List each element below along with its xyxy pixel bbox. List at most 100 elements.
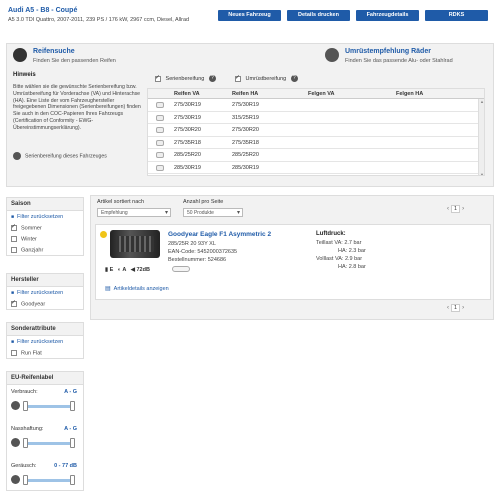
product-name[interactable]: Goodyear Eagle F1 Asymmetric 2 [168,231,271,238]
table-row[interactable]: 275/35R18 275/35R18 [148,137,484,149]
wheel-recommendation-title[interactable]: Umrüstempfehlung Räder [345,48,431,55]
rear-tire-size: 315/25R19 [232,114,259,121]
manufacturer-option-goodyear[interactable]: Goodyear [7,298,83,309]
product-size: 285/25R 20 93Y XL [168,241,216,247]
table-row[interactable]: 285/30R19 285/30R19 [148,162,484,174]
air-pressure-title: Luftdruck: [316,231,346,237]
manufacturer-reset-link[interactable]: Filter zurücksetzen [7,287,83,298]
wet-grip-slider-track[interactable] [25,442,73,445]
season-option-allseason[interactable]: Ganzjahr [7,244,83,255]
eu-wet-class: A [122,267,127,273]
product-details-link[interactable]: Artikeldetails anzeigen [105,285,169,292]
noise-slider-track[interactable] [25,479,73,482]
prev-page-icon[interactable]: ‹ [447,206,449,212]
new-vehicle-button[interactable]: Neues Fahrzeug [218,10,281,21]
page-number[interactable]: 1 [451,304,461,312]
pressure-full-rear: HA: 2.8 bar [338,264,366,270]
season-option-summer[interactable]: Sommer [7,222,83,233]
checkbox[interactable] [11,236,17,242]
pagination-top: ‹ 1 › [447,205,464,213]
checkbox[interactable] [11,350,17,356]
vehicle-header: Audi A5 - B8 - Coupé A5 3.0 TDI Quattro,… [6,6,494,36]
wheel-icon [325,48,339,62]
checkbox[interactable] [11,223,17,231]
season-option-winter[interactable]: Winter [7,233,83,244]
manufacturer-filter: Hersteller Filter zurücksetzen Goodyear [6,273,84,310]
product-card: ▮ E ◐ A ◀ 72dB Goodyear Eagle F1 Asymmet… [95,224,491,300]
print-details-button[interactable]: Details drucken [287,10,350,21]
page-number[interactable]: 1 [451,205,461,213]
table-row[interactable]: 275/30R20 275/30R20 [148,124,484,137]
season-reset-link[interactable]: Filter zurücksetzen [7,211,83,222]
tire-icon [156,102,164,108]
help-icon[interactable]: ? [208,75,216,82]
vehicle-details-button[interactable]: Fahrzeugdetails [356,10,419,21]
fuel-range: A - G [64,389,77,395]
eu-label-values: ▮ E ◐ A ◀ 72dB [105,267,150,273]
manufacturer-filter-title: Hersteller [7,274,83,287]
next-page-icon[interactable]: › [462,305,464,311]
product-ean: EAN-Code: 5452000372635 [168,249,238,255]
front-tire-size: 285/25R20 [174,152,201,158]
oem-tire-legend-label: Serienbereifung dieses Fahrzeuges [25,153,107,160]
oem-filter-label: Serienbereifung [165,75,205,82]
checkbox[interactable] [11,299,17,307]
special-option-runflat[interactable]: Run Flat [7,347,83,358]
table-row[interactable]: 285/25R20 285/25R20 [148,149,484,162]
rear-tire-size: 285/30R19 [232,164,259,171]
noise-slider-min-handle[interactable] [23,475,28,485]
per-page-select[interactable]: 50 Produkte [183,208,243,217]
vehicle-description: A5 3.0 TDI Quattro, 2007-2011, 239 PS / … [8,17,190,23]
rdks-button[interactable]: RDKS [425,10,488,21]
fuel-slider-track[interactable] [25,405,73,408]
pagination-bottom: ‹ 1 › [447,304,464,312]
conversion-filter[interactable]: Umrüstbereifung ? [235,74,298,82]
eu-noise-value: 72dB [136,267,150,273]
tire-image[interactable] [110,230,160,258]
next-page-icon[interactable]: › [462,206,464,212]
option-label: Ganzjahr [21,247,44,254]
fuel-pump-icon [11,401,20,410]
season-filter-title: Saison [7,198,83,211]
prev-page-icon[interactable]: ‹ [447,305,449,311]
special-attributes-reset-link[interactable]: Filter zurücksetzen [7,336,83,347]
table-scrollbar[interactable] [478,99,484,175]
noise-range: 0 - 77 dB [54,463,77,469]
wet-grip-range: A - G [64,426,77,432]
wet-grip-slider-max-handle[interactable] [70,438,75,448]
tire-search-subtitle: Finden Sie den passenden Reifen [33,58,116,64]
table-row[interactable]: 275/30R19 315/25R19 [148,112,484,124]
sort-select[interactable]: Empfehlung [97,208,171,217]
rear-tire-size: 275/30R19 [232,102,259,108]
oem-filter[interactable]: Serienbereifung ? [155,74,216,82]
speaker-icon [11,475,20,484]
wet-grip-slider-min-handle[interactable] [23,438,28,448]
checkbox[interactable] [11,247,17,253]
fuel-slider-max-handle[interactable] [70,401,75,411]
tire-icon [156,152,164,158]
table-row[interactable]: 275/30R19 275/30R19 [148,99,484,112]
fuel-slider-min-handle[interactable] [23,401,28,411]
tire-search-panel: Reifensuche Finden Sie den passenden Rei… [6,43,494,187]
column-header: Felgen VA [308,91,335,97]
product-order-number: Bestellnummer: 524686 [168,257,227,263]
oem-filter-checkbox[interactable] [155,74,161,82]
tire-icon [156,139,164,146]
eu-label-filter: EU-Reifenlabel Verbrauch: A - G Nasshaft… [6,371,84,491]
column-header: Felgen HA [396,91,424,97]
tire-icon [156,114,164,121]
pressure-partial-rear: HA: 2.3 bar [338,248,366,254]
front-tire-size: 275/30R20 [174,127,201,133]
front-tire-size: 275/35R18 [174,139,201,146]
tire-search-title[interactable]: Reifensuche [33,48,75,55]
noise-slider-max-handle[interactable] [70,475,75,485]
noise-filter: Geräusch: 0 - 77 dB [7,459,83,496]
tire-search-icon [13,48,27,62]
conversion-filter-label: Umrüstbereifung [245,75,287,82]
special-attributes-filter: Sonderattribute Filter zurücksetzen Run … [6,322,84,359]
help-icon[interactable]: ? [290,75,298,82]
option-label: Winter [21,236,37,243]
sort-label: Artikel sortiert nach [97,199,145,205]
tire-icon [156,164,164,171]
conversion-filter-checkbox[interactable] [235,74,241,82]
